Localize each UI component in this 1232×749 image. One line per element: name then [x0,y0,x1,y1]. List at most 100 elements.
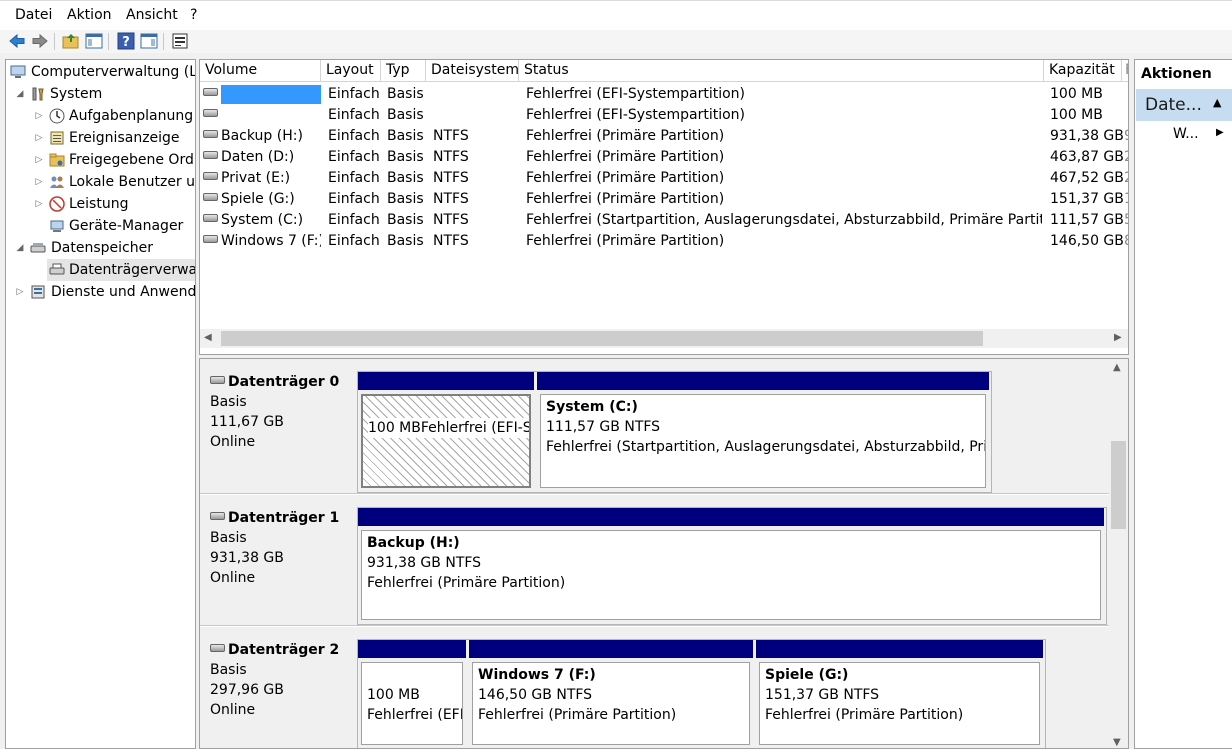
tree-item-ereignisanzeige[interactable]: ▷ Ereignisanzeige [6,127,195,149]
column-header-volume[interactable]: Volume [200,60,321,82]
drive-icon [203,172,218,180]
expand-arrow-icon[interactable]: ▷ [34,193,44,215]
performance-icon [49,196,65,212]
tree-item-dienste[interactable]: ▷ Dienste und Anwendu [6,281,195,303]
column-header-layout[interactable]: Layout [321,60,381,82]
volume-cell: Privat (E:) [203,168,321,189]
menu-aktion[interactable]: Aktion [67,7,112,23]
forward-arrow-icon[interactable] [31,32,49,50]
tree-item-freigegebene-ordner[interactable]: ▷ Freigegebene Ordn [6,149,195,171]
partition-box[interactable]: 100 MB Fehlerfrei (EFI- [361,662,463,745]
expand-arrow-icon[interactable]: ▷ [34,105,44,127]
up-folder-icon[interactable] [62,32,80,50]
partition-box[interactable]: System (C:) 111,57 GB NTFS Fehlerfrei (Sta… [540,394,986,488]
volume-row[interactable]: Spiele (G:) Einfach Basis NTFS Fehlerfrei (P… [200,189,1128,210]
menu-ansicht[interactable]: Ansicht [126,7,178,23]
tree-item-geraete-manager[interactable]: Geräte-Manager [6,215,195,237]
menu-help[interactable]: ? [190,7,197,23]
console-tree-icon[interactable] [85,32,103,50]
layout-cell: Einfach [328,149,380,165]
scroll-right-icon[interactable]: ▶ [1114,332,1122,343]
partition-bar [469,640,753,658]
capacity-cell: 111,57 GB [1050,212,1124,228]
services-icon [31,285,45,299]
free-space-cell: 2 [1124,168,1128,189]
partition-title: System (C:) [546,399,638,415]
disk-row[interactable]: Datenträger 0 Basis 111,67 GB Online 100 MBF… [200,359,1110,495]
filesystem-cell: NTFS [433,233,469,249]
actions-group-datentraeger[interactable]: Date... ▲ [1136,89,1232,121]
tree-item-datenspeicher[interactable]: ◢ Datenspeicher [6,237,195,259]
svg-text:?: ? [122,35,130,50]
collapse-arrow-icon[interactable]: ◢ [15,83,25,105]
help-icon[interactable]: ? [117,32,135,50]
volume-row[interactable]: System (C:) Einfach Basis NTFS Fehlerfrei (S… [200,210,1128,231]
horizontal-scrollbar-thumb[interactable] [221,331,983,346]
free-space-cell: 2 [1124,147,1128,168]
disk-state: Online [210,434,256,450]
layout-cell: Einfach [328,212,380,228]
disk-row[interactable]: Datenträger 1 Basis 931,38 GB Online Backup … [200,495,1110,627]
tree-item-computerverwaltung[interactable]: Computerverwaltung (Lo [6,61,195,83]
disk-row[interactable]: Datenträger 2 Basis 297,96 GB Online 100 MB F… [200,627,1110,748]
properties-icon[interactable] [171,32,189,50]
app-window: Datei Aktion Ansicht ? ? Computerverwalt… [0,0,1232,749]
drive-icon [203,235,218,243]
type-cell: Basis [387,128,424,144]
layout-cell: Einfach [328,191,380,207]
volume-row[interactable]: Einfach Basis Fehlerfrei (EFI-Systempartit… [200,84,1126,105]
disk-graphical-view: Datenträger 0 Basis 111,67 GB Online 100 MBF… [199,358,1129,749]
capacity-cell: 463,87 GB [1050,149,1124,165]
volume-list: Volume Layout Typ Dateisystem Status Kap… [199,59,1129,355]
partition-bar [537,372,989,390]
partition-box[interactable]: Backup (H:) 931,38 GB NTFS Fehlerfrei (Pri… [361,530,1101,620]
filesystem-cell: NTFS [433,191,469,207]
layout-cell: Einfach [328,107,380,123]
status-cell: Fehlerfrei (Primäre Partition) [526,191,725,207]
status-cell: Fehlerfrei (EFI-Systempartition) [526,86,745,102]
tree-item-system[interactable]: ◢ System [6,83,195,105]
volume-row[interactable]: Einfach Basis Fehlerfrei (EFI-Systempartit… [200,105,1126,126]
scroll-down-icon[interactable]: ▼ [1113,737,1121,748]
disk-state: Online [210,570,256,586]
scroll-left-icon[interactable]: ◀ [204,332,212,343]
column-header-status[interactable]: Status [519,60,1044,82]
menu-datei[interactable]: Datei [15,7,52,23]
filesystem-cell: NTFS [433,170,469,186]
partition-title: Windows 7 (F:) [478,667,596,683]
scroll-up-icon[interactable]: ▲ [1113,362,1121,373]
partition-box[interactable]: 100 MBFehlerfrei (EFI-Systempar [361,394,531,488]
action-pane-icon[interactable] [140,32,158,50]
tree-item-aufgabenplanung[interactable]: ▷ Aufgabenplanung [6,105,195,127]
disk-type: Basis [210,662,247,678]
type-cell: Basis [387,191,424,207]
console-tree: Computerverwaltung (Lo ◢ System ▷ Aufgab… [5,59,196,749]
volume-row[interactable]: Daten (D:) Einfach Basis NTFS Fehlerfrei (Pr… [200,147,1128,168]
expand-arrow-icon[interactable]: ▷ [15,281,25,303]
tree-item-leistung[interactable]: ▷ Leistung [6,193,195,215]
expand-arrow-icon[interactable]: ▷ [34,149,44,171]
drive-icon [203,130,218,138]
column-header-typ[interactable]: Typ [381,60,426,82]
volume-row[interactable]: Windows 7 (F:) Einfach Basis NTFS Fehlerfrei… [200,231,1128,252]
partition-box[interactable]: Spiele (G:) 151,37 GB NTFS Fehlerfrei (Pri… [759,662,1040,745]
collapse-arrow-icon[interactable]: ◢ [15,237,25,259]
tree-item-datentraegerverwaltung[interactable]: Datenträgerverwalt [47,259,195,281]
back-arrow-icon[interactable] [8,32,26,50]
actions-item-weitere[interactable]: W... ▶ [1136,121,1232,145]
expand-arrow-icon[interactable]: ▷ [34,171,44,193]
expand-arrow-icon[interactable]: ▷ [34,127,44,149]
vertical-scrollbar[interactable]: ▲ ▼ [1109,359,1128,748]
tree-item-lokale-benutzer[interactable]: ▷ Lokale Benutzer un [6,171,195,193]
partition-box[interactable]: Windows 7 (F:) 146,50 GB NTFS Fehlerfrei (… [472,662,750,745]
vertical-scrollbar-thumb[interactable] [1111,441,1126,529]
column-header-dateisystem[interactable]: Dateisystem [426,60,519,82]
collapse-up-icon[interactable]: ▲ [1213,96,1221,109]
column-header-freier-speicher[interactable]: F [1122,60,1128,82]
layout-cell: Einfach [328,86,380,102]
horizontal-scrollbar[interactable]: ◀ ▶ [200,329,1128,348]
volume-row[interactable]: Backup (H:) Einfach Basis NTFS Fehlerfrei (P… [200,126,1128,147]
disk-type: Basis [210,394,247,410]
volume-row[interactable]: Privat (E:) Einfach Basis NTFS Fehlerfrei (P… [200,168,1128,189]
column-header-kapazitaet[interactable]: Kapazität [1044,60,1122,82]
